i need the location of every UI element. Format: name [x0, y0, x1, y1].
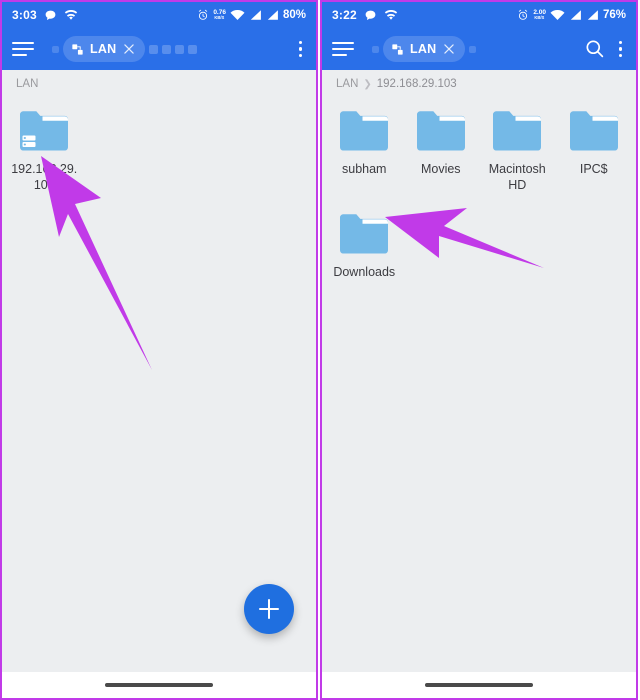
- grid-item-macintosh-hd[interactable]: Macintosh HD: [479, 100, 556, 203]
- battery-percentage: 80%: [282, 9, 306, 21]
- left-content: LAN 192.168.29.103: [2, 70, 316, 672]
- folder-icon: [567, 108, 621, 154]
- screenshot-stage: 3:03 0.76 KB/S 80% LAN LAN 192.168.29.10…: [0, 0, 640, 700]
- file-grid: subham Movies Macintosh HD IPC$ Download…: [322, 94, 636, 291]
- folder-icon: [414, 108, 468, 154]
- toolbar-actions: [584, 38, 626, 60]
- wifi-icon: [384, 9, 398, 21]
- right-content: LAN ❯ 192.168.29.103 subham Movies Macin…: [322, 70, 636, 672]
- network-tab-icon: [391, 43, 404, 56]
- chevron-right-icon: ❯: [363, 78, 372, 90]
- grid-item-label: subham: [342, 162, 387, 176]
- breadcrumb: LAN: [2, 70, 316, 94]
- alarm-icon: [517, 9, 529, 21]
- left-toolbar: LAN: [2, 28, 316, 70]
- folder-icon: [337, 108, 391, 154]
- breadcrumb-item-lan[interactable]: LAN: [16, 78, 38, 90]
- toolbar-actions: [295, 38, 306, 60]
- left-phone-screenshot: 3:03 0.76 KB/S 80% LAN LAN 192.168.29.10…: [0, 0, 318, 700]
- grid-item-label: 192.168.29.103: [11, 162, 78, 192]
- ghost-tab[interactable]: [469, 45, 477, 53]
- tab-lan[interactable]: LAN: [63, 36, 146, 62]
- grid-item-label: Movies: [420, 162, 461, 176]
- search-icon[interactable]: [584, 38, 605, 59]
- message-icon: [44, 9, 57, 22]
- grid-item-label: Macintosh HD: [488, 162, 546, 192]
- battery-percentage: 76%: [602, 9, 626, 21]
- tab-label: LAN: [90, 42, 117, 56]
- network-speed-icon: 2.00 KB/S: [533, 9, 546, 21]
- ghost-tab[interactable]: [162, 44, 172, 54]
- status-bar-right: 0.76 KB/S 80%: [197, 9, 306, 21]
- network-speed-icon: 0.76 KB/S: [213, 9, 226, 21]
- hamburger-menu-icon[interactable]: [332, 41, 354, 57]
- cellular-signal-2-icon: [266, 9, 279, 21]
- file-grid: 192.168.29.103: [2, 94, 316, 203]
- right-phone-screenshot: 3:22 2.00 KB/S 76% LAN LAN ❯ 192.168.29.…: [320, 0, 638, 700]
- grid-item-ipc[interactable]: IPC$: [556, 100, 633, 203]
- grid-item-subham[interactable]: subham: [326, 100, 403, 203]
- right-status-bar: 3:22 2.00 KB/S 76%: [322, 2, 636, 28]
- grid-item-label: IPC$: [579, 162, 608, 176]
- alarm-icon: [197, 9, 209, 21]
- status-time: 3:03: [12, 8, 37, 22]
- wifi-signal-icon: [230, 9, 245, 21]
- network-tab-icon: [71, 43, 84, 56]
- status-bar-left: 3:22: [332, 8, 398, 22]
- cellular-signal-2-icon: [586, 9, 599, 21]
- close-icon[interactable]: [442, 42, 456, 56]
- ghost-tab[interactable]: [372, 45, 379, 53]
- ghost-tab[interactable]: [175, 44, 185, 54]
- network-speed-unit: KB/S: [534, 15, 545, 20]
- right-toolbar: LAN: [322, 28, 636, 70]
- grid-item-server[interactable]: 192.168.29.103: [6, 100, 83, 203]
- ghost-tab[interactable]: [188, 44, 198, 54]
- status-bar-left: 3:03: [12, 8, 78, 22]
- network-speed-unit: KB/S: [214, 15, 225, 20]
- grid-item-movies[interactable]: Movies: [403, 100, 480, 203]
- server-folder-icon: [17, 108, 71, 154]
- right-nav-bar: [322, 672, 636, 698]
- folder-icon: [337, 211, 391, 257]
- ghost-tab[interactable]: [52, 45, 59, 53]
- cellular-signal-1-icon: [249, 9, 262, 21]
- hamburger-menu-icon[interactable]: [12, 41, 34, 57]
- tab-strip: LAN: [372, 28, 584, 70]
- wifi-signal-icon: [550, 9, 565, 21]
- home-pill[interactable]: [105, 683, 213, 687]
- wifi-icon: [64, 9, 78, 21]
- overflow-menu-icon[interactable]: [615, 38, 626, 60]
- status-bar-right: 2.00 KB/S 76%: [517, 9, 626, 21]
- breadcrumb: LAN ❯ 192.168.29.103: [322, 70, 636, 94]
- breadcrumb-item-host[interactable]: 192.168.29.103: [377, 78, 457, 90]
- left-nav-bar: [2, 672, 316, 698]
- breadcrumb-item-lan[interactable]: LAN: [336, 78, 358, 90]
- grid-item-label: Downloads: [333, 265, 396, 280]
- message-icon: [364, 9, 377, 22]
- cellular-signal-1-icon: [569, 9, 582, 21]
- home-pill[interactable]: [425, 683, 533, 687]
- overflow-menu-icon[interactable]: [295, 38, 306, 60]
- tab-lan[interactable]: LAN: [383, 36, 466, 62]
- tab-strip: LAN: [52, 28, 295, 70]
- tab-label: LAN: [410, 42, 437, 56]
- ghost-tab[interactable]: [149, 44, 159, 54]
- status-time: 3:22: [332, 8, 357, 22]
- close-icon[interactable]: [122, 42, 136, 56]
- grid-item-downloads[interactable]: Downloads: [326, 203, 403, 291]
- folder-icon: [490, 108, 544, 154]
- add-fab-button[interactable]: [244, 584, 294, 634]
- left-status-bar: 3:03 0.76 KB/S 80%: [2, 2, 316, 28]
